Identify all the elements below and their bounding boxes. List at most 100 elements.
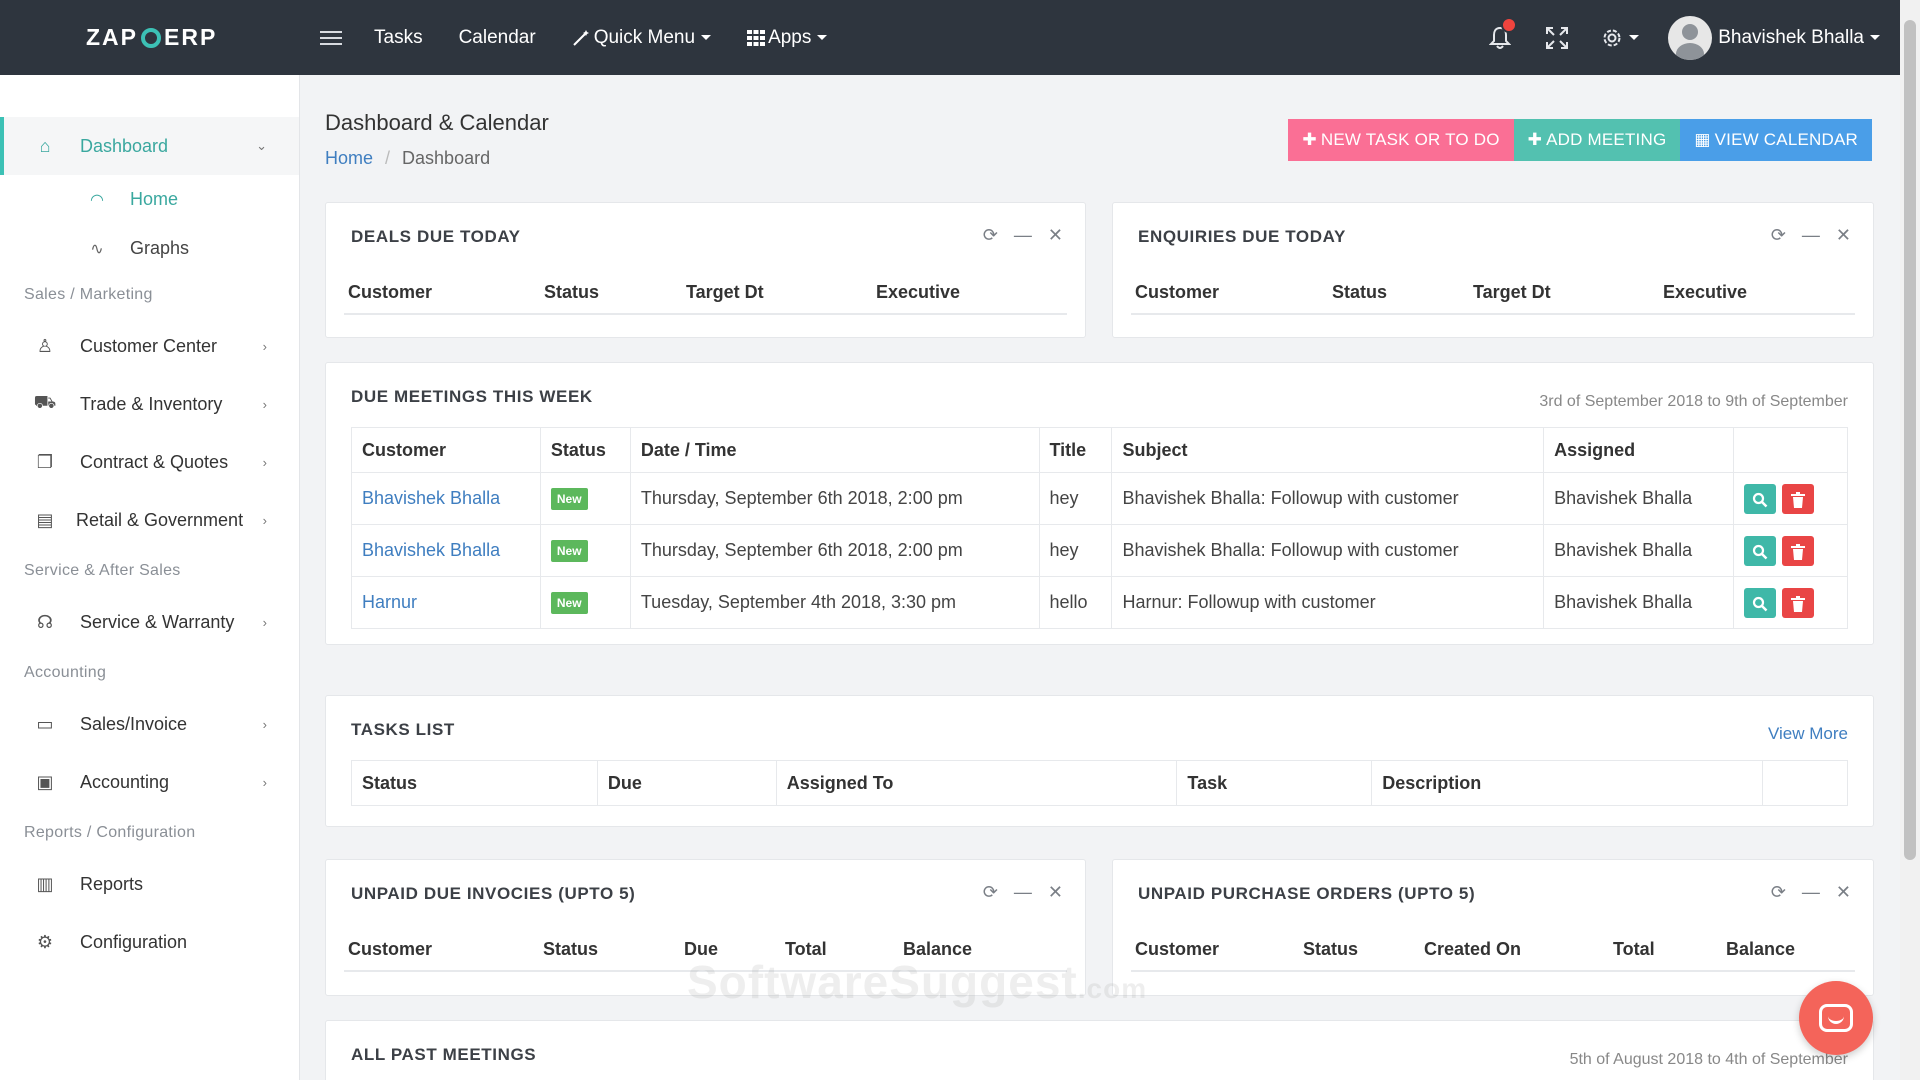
- col-header[interactable]: Total: [1609, 939, 1722, 960]
- top-navbar: ZAP ERP Tasks Calendar Quick Menu Apps B…: [0, 0, 1900, 75]
- section-label: Reports / Configuration: [24, 824, 196, 841]
- sidebar-item-dashboard[interactable]: ⌂ Dashboard ⌄: [0, 117, 299, 175]
- col-header[interactable]: Status: [1299, 939, 1420, 960]
- meeting-subject: Bhavishek Bhalla: Followup with customer: [1111, 524, 1545, 577]
- refresh-icon[interactable]: ⟳: [1771, 882, 1786, 903]
- close-icon[interactable]: ✕: [1048, 882, 1063, 903]
- status-badge: New: [550, 592, 588, 614]
- sidebar-item-configuration[interactable]: ⚙ Configuration: [0, 913, 299, 971]
- col-header[interactable]: Customer: [344, 939, 539, 960]
- meeting-subject: Harnur: Followup with customer: [1111, 576, 1545, 629]
- nav-calendar[interactable]: Calendar: [459, 27, 536, 49]
- wallet-icon: ▣: [36, 771, 54, 792]
- col-header[interactable]: Task: [1176, 760, 1373, 806]
- col-header[interactable]: Description: [1371, 760, 1763, 806]
- meeting-datetime: Thursday, September 6th 2018, 2:00 pm: [629, 472, 1040, 525]
- close-icon[interactable]: ✕: [1836, 882, 1851, 903]
- sidebar-item-customer-center[interactable]: ♙ Customer Center ›: [0, 317, 299, 375]
- nav-quick-menu[interactable]: Quick Menu: [572, 27, 712, 49]
- panel-title: ENQUIRIES DUE TODAY: [1138, 227, 1346, 246]
- sidebar-item-service-warranty[interactable]: ☊ Service & Warranty ›: [0, 593, 299, 651]
- view-meeting-button[interactable]: [1744, 535, 1776, 566]
- col-header[interactable]: Executive: [872, 282, 1062, 303]
- sidebar-item-label: Service & Warranty: [80, 611, 235, 632]
- col-header[interactable]: Title: [1038, 427, 1113, 473]
- tasks-table: Status Due Assigned To Task Description: [351, 760, 1848, 806]
- bell-icon[interactable]: [1485, 16, 1518, 53]
- sidebar-subitem-graphs[interactable]: ∿ Graphs: [0, 224, 299, 273]
- panel-title: UNPAID DUE INVOCIES (UPTO 5): [351, 884, 636, 903]
- col-header[interactable]: Due: [596, 760, 777, 806]
- minimize-icon[interactable]: —: [1802, 882, 1820, 903]
- truck-icon: ⛟: [33, 392, 57, 412]
- sidebar-item-label: Accounting: [80, 771, 170, 792]
- minimize-icon[interactable]: —: [1014, 882, 1032, 903]
- scrollbar-thumb[interactable]: [1904, 20, 1916, 860]
- sidebar-section-sales: Sales / Marketing: [0, 273, 299, 317]
- col-header[interactable]: Target Dt: [682, 282, 872, 303]
- customer-link[interactable]: Bhavishek Bhalla: [362, 540, 500, 560]
- invoice-icon: ▭: [36, 713, 54, 734]
- sidebar-item-contract-quotes[interactable]: ❐ Contract & Quotes ›: [0, 433, 299, 491]
- col-header[interactable]: Status: [351, 760, 598, 806]
- col-header[interactable]: Customer: [1131, 282, 1328, 303]
- nav-tasks[interactable]: Tasks: [374, 27, 423, 49]
- settings-gear-icon[interactable]: [1599, 23, 1641, 53]
- delete-meeting-button[interactable]: [1782, 587, 1814, 618]
- col-header[interactable]: Date / Time: [629, 427, 1040, 473]
- sidebar-item-retail-government[interactable]: ▤ Retail & Government ›: [0, 491, 299, 549]
- col-header[interactable]: Status: [1328, 282, 1469, 303]
- panel-title: TASKS LIST: [351, 720, 455, 739]
- panel-controls: ⟳ — ✕: [967, 882, 1063, 903]
- col-header[interactable]: Created On: [1420, 939, 1609, 960]
- sidebar-item-trade-inventory[interactable]: ⛟ Trade & Inventory ›: [0, 375, 299, 433]
- refresh-icon[interactable]: ⟳: [983, 882, 998, 903]
- customer-link[interactable]: Harnur: [362, 592, 417, 612]
- live-chat-button[interactable]: [1799, 981, 1873, 1055]
- meeting-assigned: Bhavishek Bhalla: [1543, 576, 1734, 629]
- view-calendar-button[interactable]: ▦ VIEW CALENDAR: [1680, 119, 1872, 161]
- new-task-button[interactable]: ✚ NEW TASK OR TO DO: [1288, 119, 1514, 161]
- col-header[interactable]: Status: [540, 282, 682, 303]
- sidebar-subitem-home[interactable]: ◠ Home: [0, 175, 299, 224]
- view-meeting-button[interactable]: [1744, 587, 1776, 618]
- table-header-row: Status Due Assigned To Task Description: [351, 760, 1848, 806]
- col-header[interactable]: Status: [539, 939, 680, 960]
- fullscreen-icon[interactable]: [1542, 23, 1572, 53]
- chat-icon: [1819, 1004, 1853, 1032]
- col-header[interactable]: Subject: [1111, 427, 1545, 473]
- col-header[interactable]: Status: [539, 427, 631, 473]
- col-header[interactable]: Assigned: [1543, 427, 1734, 473]
- view-more-link[interactable]: View More: [1768, 724, 1848, 744]
- view-meeting-button[interactable]: [1744, 483, 1776, 514]
- breadcrumb-home-link[interactable]: Home: [325, 148, 373, 169]
- building-icon: ▤: [36, 509, 54, 530]
- refresh-icon[interactable]: ⟳: [1771, 225, 1786, 246]
- chevron-right-icon: ›: [262, 774, 267, 790]
- minimize-icon[interactable]: —: [1014, 225, 1032, 246]
- col-header[interactable]: Customer: [344, 282, 540, 303]
- sidebar-item-sales-invoice[interactable]: ▭ Sales/Invoice ›: [0, 695, 299, 753]
- col-header[interactable]: Customer: [351, 427, 541, 473]
- refresh-icon[interactable]: ⟳: [983, 225, 998, 246]
- col-header[interactable]: Executive: [1659, 282, 1849, 303]
- vertical-scrollbar[interactable]: [1900, 0, 1920, 1080]
- minimize-icon[interactable]: —: [1802, 225, 1820, 246]
- nav-apps[interactable]: Apps: [747, 27, 828, 49]
- app-logo[interactable]: ZAP ERP: [0, 24, 300, 51]
- delete-meeting-button[interactable]: [1782, 535, 1814, 566]
- col-header[interactable]: Assigned To: [775, 760, 1178, 806]
- close-icon[interactable]: ✕: [1836, 225, 1851, 246]
- hamburger-menu-icon[interactable]: [320, 27, 342, 49]
- user-menu[interactable]: Bhavishek Bhalla: [1668, 15, 1880, 60]
- col-header[interactable]: Target Dt: [1469, 282, 1659, 303]
- close-icon[interactable]: ✕: [1048, 225, 1063, 246]
- sidebar-item-reports[interactable]: ▥ Reports: [0, 855, 299, 913]
- col-header[interactable]: Customer: [1131, 939, 1299, 960]
- sidebar-item-accounting[interactable]: ▣ Accounting ›: [0, 753, 299, 811]
- gear-icon: ⚙: [36, 931, 54, 952]
- col-header[interactable]: Balance: [1722, 939, 1842, 960]
- add-meeting-button[interactable]: ✚ ADD MEETING: [1513, 119, 1681, 161]
- customer-link[interactable]: Bhavishek Bhalla: [362, 488, 500, 508]
- delete-meeting-button[interactable]: [1782, 483, 1814, 514]
